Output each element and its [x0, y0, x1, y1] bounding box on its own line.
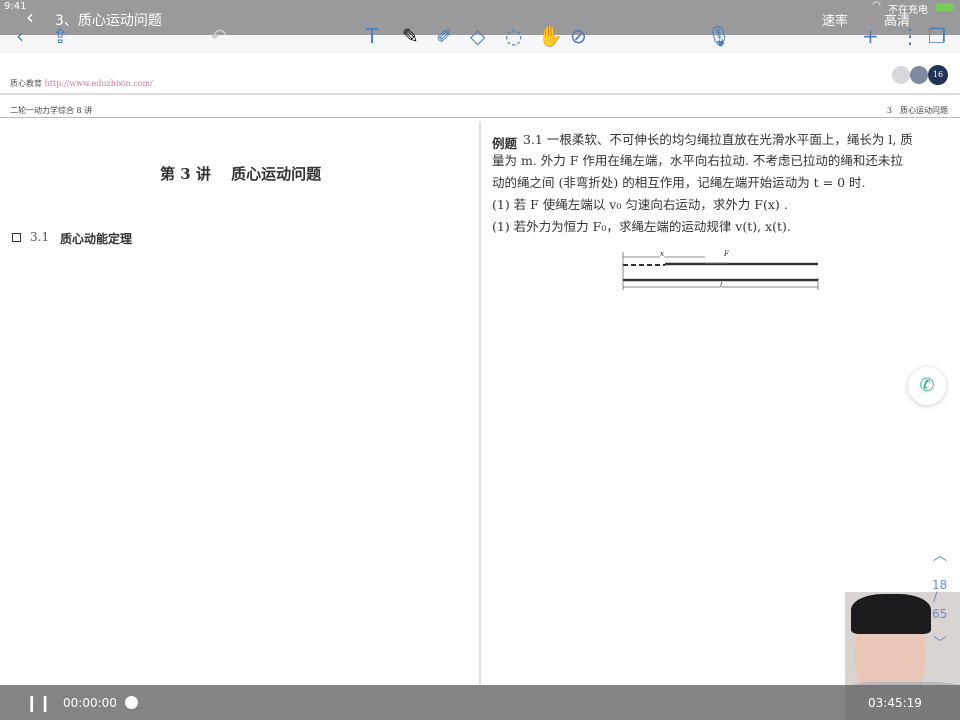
collaborator-dot: [892, 66, 910, 84]
left-running-header: 二轮一动力学综合 8 讲: [10, 106, 93, 115]
fig-label-x: x: [660, 250, 664, 258]
example-line: 3.1 一根柔软、不可伸长的均匀绳拉直放在光滑水平面上，绳长为 l, 质: [523, 132, 913, 147]
battery-icon: [936, 3, 954, 11]
brand-name: 质心教育: [10, 79, 42, 88]
page-badge: 16: [928, 65, 948, 85]
page-separator: /: [933, 590, 938, 605]
divider: [0, 93, 960, 95]
presenter-hair: [851, 594, 931, 634]
example-line: 动的绳之间 (非弯折处) 的相互作用，记绳左端开始运动为 t = 0 时.: [492, 175, 866, 190]
right-running-header: 3 质心运动问题: [886, 106, 948, 115]
undo-icon[interactable]: ↶: [210, 26, 227, 46]
example-line: (1) 若 F 使绳左端以 v₀ 匀速向右运动，求外力 F(x) .: [492, 197, 788, 212]
fig-label-F: F: [724, 250, 729, 258]
page-up-icon[interactable]: ︿: [933, 545, 947, 565]
back-chevron-icon[interactable]: ‹: [16, 26, 24, 46]
brand-url: http://www.eduzhixin.com/: [44, 79, 153, 88]
playback-bar: ❙❙ 00:00:00 03:45:19: [0, 685, 960, 720]
page-down-icon[interactable]: ﹀: [933, 633, 947, 653]
more-icon[interactable]: ⋮: [900, 26, 920, 46]
status-time: 9:41: [4, 1, 27, 12]
share-icon[interactable]: ⇪: [52, 26, 69, 46]
lasso-icon[interactable]: ◌: [505, 26, 522, 46]
seek-slider[interactable]: [125, 696, 138, 709]
total-time: 03:45:19: [868, 696, 922, 710]
text-tool-icon[interactable]: T: [366, 26, 378, 46]
phone-call-button[interactable]: ✆: [908, 367, 946, 405]
elapsed-time: 00:00:00: [63, 696, 117, 710]
pen-tool-icon[interactable]: ✎: [402, 26, 419, 46]
fig-label-l: l: [720, 281, 723, 289]
page-divider: [479, 122, 481, 687]
wifi-icon: ◠: [872, 0, 881, 11]
hand-icon[interactable]: ✋: [538, 26, 563, 46]
section-checkbox-icon: [12, 233, 21, 242]
total-pages: 65: [932, 607, 948, 621]
highlighter-icon[interactable]: ✐: [436, 26, 453, 46]
eraser-icon[interactable]: ◇: [470, 26, 485, 46]
section-title: 质心动能定理: [60, 232, 133, 246]
example-line: (1) 若外力为恒力 F₀，求绳左端的运动规律 v(t), x(t).: [492, 219, 791, 234]
pages-icon[interactable]: ❐: [928, 26, 946, 46]
laser-icon[interactable]: ⊘: [570, 26, 587, 46]
add-page-icon[interactable]: +: [862, 26, 879, 46]
doc-brand-header: 质心教育 http://www.eduzhixin.com/: [10, 78, 153, 89]
microphone-icon[interactable]: 🎙: [706, 26, 731, 46]
back-icon[interactable]: ‹: [26, 5, 34, 29]
section-number: 3.1: [30, 230, 50, 244]
speed-button[interactable]: 速率: [822, 10, 848, 29]
example-line: 量为 m. 外力 F 作用在绳左端，水平向右拉动. 不考虑已拉动的绳和还未拉: [492, 153, 903, 168]
pause-button[interactable]: ❙❙: [25, 693, 52, 712]
video-title: 3、质心运动问题: [55, 13, 162, 29]
collaborator-dot: [910, 66, 928, 84]
lecture-title: 第 3 讲 质心运动问题: [160, 165, 322, 183]
divider: [0, 117, 960, 118]
